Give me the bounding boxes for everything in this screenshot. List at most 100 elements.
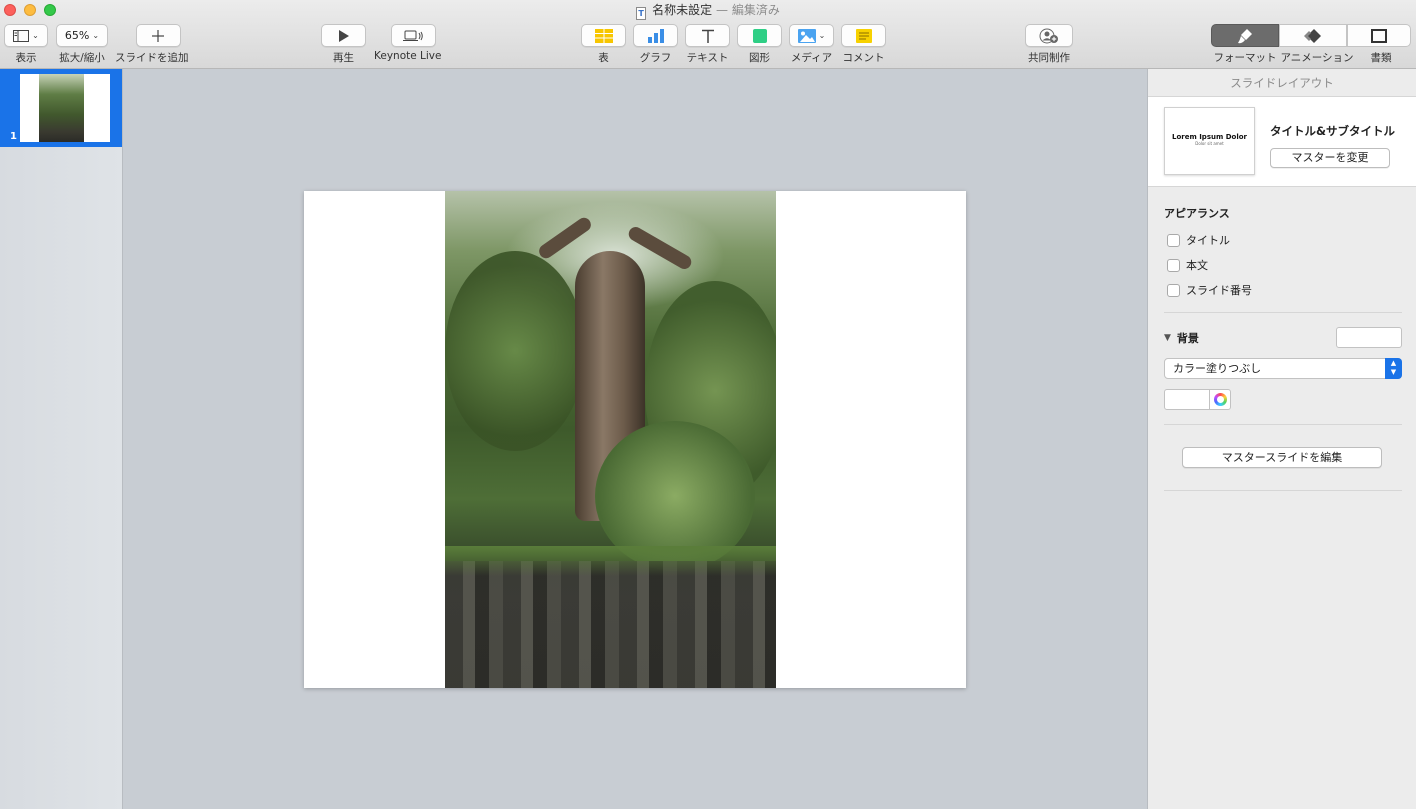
edit-master-slide-button[interactable]: マスタースライドを編集 <box>1182 447 1382 468</box>
forest-tree-photo[interactable] <box>445 191 776 688</box>
fill-type-value: カラー塗りつぶし <box>1173 362 1262 375</box>
document-name: 名称未設定 <box>652 3 713 17</box>
laptop-broadcast-icon <box>403 30 423 41</box>
document-status: — 編集済み <box>716 3 780 17</box>
inspector-segmented-control <box>1211 24 1411 47</box>
body-checkbox[interactable] <box>1167 258 1180 272</box>
text-icon <box>701 29 714 43</box>
text-button[interactable] <box>685 24 730 47</box>
comment-note-icon <box>855 28 872 43</box>
table-button[interactable] <box>581 24 626 47</box>
shape-label: 図形 <box>749 52 770 64</box>
body-checkbox-label: 本文 <box>1186 259 1208 272</box>
media-label: メディア <box>790 52 833 64</box>
disclosure-triangle-icon[interactable]: ▼ <box>1164 333 1171 343</box>
master-thumbnail-subtitle: Dolor sit amet <box>1195 141 1224 146</box>
add-person-icon <box>1039 28 1058 43</box>
appearance-title: アピアランス <box>1164 207 1230 220</box>
comment-button[interactable] <box>841 24 886 47</box>
view-button[interactable]: ⌄ <box>4 24 48 47</box>
chart-label: グラフ <box>639 52 672 64</box>
keynote-live-button[interactable] <box>390 24 436 47</box>
select-arrows-icon: ▲ ▼ <box>1385 358 1402 379</box>
photo-foliage-left <box>445 251 585 451</box>
color-wheel-icon <box>1213 393 1227 406</box>
appearance-section: アピアランス タイトル 本文 スライド番号 <box>1164 205 1402 298</box>
keynote-document-icon: T <box>636 7 647 20</box>
background-disclosure[interactable]: ▼ 背景 <box>1164 330 1199 346</box>
appearance-option-title[interactable]: タイトル <box>1164 232 1402 248</box>
format-tab[interactable] <box>1211 24 1279 47</box>
animation-tab[interactable] <box>1279 24 1347 47</box>
slide-canvas[interactable] <box>123 69 1147 809</box>
play-button[interactable] <box>321 24 366 47</box>
keynote-window: T 名称未設定 — 編集済み ⌄ 表示 65% ⌄ 拡大/縮小 スライドを追加 <box>0 0 1416 809</box>
photo-icon <box>797 28 816 43</box>
play-control: 再生 <box>321 24 366 65</box>
fill-color-control <box>1164 389 1402 410</box>
thumbnail-photo <box>39 74 84 142</box>
paintbrush-icon <box>1238 28 1252 43</box>
add-slide-label: スライドを追加 <box>115 52 189 64</box>
zoom-dropdown[interactable]: 65% ⌄ <box>56 24 108 47</box>
background-color-preview[interactable] <box>1336 327 1402 348</box>
photo-moss <box>445 546 776 576</box>
slide-thumbnail[interactable] <box>20 74 110 142</box>
title-checkbox[interactable] <box>1167 233 1180 247</box>
play-icon <box>338 29 349 42</box>
view-control: ⌄ 表示 <box>4 24 48 65</box>
shape-button[interactable] <box>737 24 782 47</box>
layout-name: タイトル&サブタイトル <box>1270 124 1396 138</box>
bar-chart-icon <box>647 28 664 43</box>
zoom-value: 65% <box>64 29 90 42</box>
format-inspector: スライドレイアウト Lorem Ipsum Dolor Dolor sit am… <box>1147 69 1416 809</box>
format-label: フォーマット <box>1213 52 1277 64</box>
table-icon <box>594 28 613 43</box>
chevron-down-icon: ⌄ <box>92 31 100 40</box>
zoom-control: 65% ⌄ 拡大/縮小 <box>56 24 108 65</box>
slide-number-checkbox-label: スライド番号 <box>1186 284 1252 297</box>
inspector-header: スライドレイアウト <box>1148 69 1416 97</box>
fill-type-select[interactable]: カラー塗りつぶし ▲ ▼ <box>1164 358 1402 379</box>
zoom-label: 拡大/縮小 <box>59 52 105 64</box>
inspector-segmented-labels: フォーマット アニメーション 書類 <box>1211 50 1406 65</box>
toolbar: T 名称未設定 — 編集済み ⌄ 表示 65% ⌄ 拡大/縮小 スライドを追加 <box>0 0 1416 69</box>
square-shape-icon <box>752 28 767 43</box>
chart-button[interactable] <box>633 24 678 47</box>
change-master-button[interactable]: マスターを変更 <box>1270 148 1390 168</box>
add-slide-button[interactable] <box>135 24 181 47</box>
window-title: T 名称未設定 — 編集済み <box>0 2 1416 20</box>
play-label: 再生 <box>333 52 354 64</box>
section-divider <box>1164 490 1402 491</box>
slide-number-checkbox[interactable] <box>1167 283 1180 297</box>
background-header: ▼ 背景 <box>1164 327 1402 348</box>
shape-control: 図形 <box>737 24 782 65</box>
photo-rocks <box>445 561 776 688</box>
view-label: 表示 <box>15 52 37 64</box>
fill-color-swatch[interactable] <box>1164 389 1210 410</box>
media-control: ⌄ メディア <box>789 24 834 65</box>
comment-label: コメント <box>842 52 885 64</box>
document-label: 書類 <box>1370 52 1392 64</box>
chevron-down-icon: ⌄ <box>818 31 826 40</box>
keynote-live-control: Keynote Live <box>374 24 441 62</box>
master-thumbnail: Lorem Ipsum Dolor Dolor sit amet <box>1164 107 1255 175</box>
appearance-option-slide-number[interactable]: スライド番号 <box>1164 282 1402 298</box>
slide-number: 1 <box>10 131 17 142</box>
sidebar-view-icon <box>13 29 30 42</box>
background-section: ▼ 背景 カラー塗りつぶし ▲ ▼ <box>1164 327 1402 410</box>
appearance-option-body[interactable]: 本文 <box>1164 257 1402 273</box>
color-picker-button[interactable] <box>1210 389 1231 410</box>
collaborate-control: 共同制作 <box>1025 24 1073 65</box>
text-label: テキスト <box>686 52 729 64</box>
collaborate-button[interactable] <box>1025 24 1073 47</box>
document-tab[interactable] <box>1347 24 1411 47</box>
add-slide-control: スライドを追加 <box>115 24 189 65</box>
title-checkbox-label: タイトル <box>1186 234 1230 247</box>
media-button[interactable]: ⌄ <box>789 24 834 47</box>
master-thumbnail-title: Lorem Ipsum Dolor <box>1172 133 1247 141</box>
slide-thumbnail-selected[interactable]: 1 <box>0 69 122 147</box>
section-divider <box>1164 312 1402 313</box>
slide-layout-panel: Lorem Ipsum Dolor Dolor sit amet タイトル&サブ… <box>1148 97 1416 187</box>
slide[interactable] <box>304 191 966 688</box>
